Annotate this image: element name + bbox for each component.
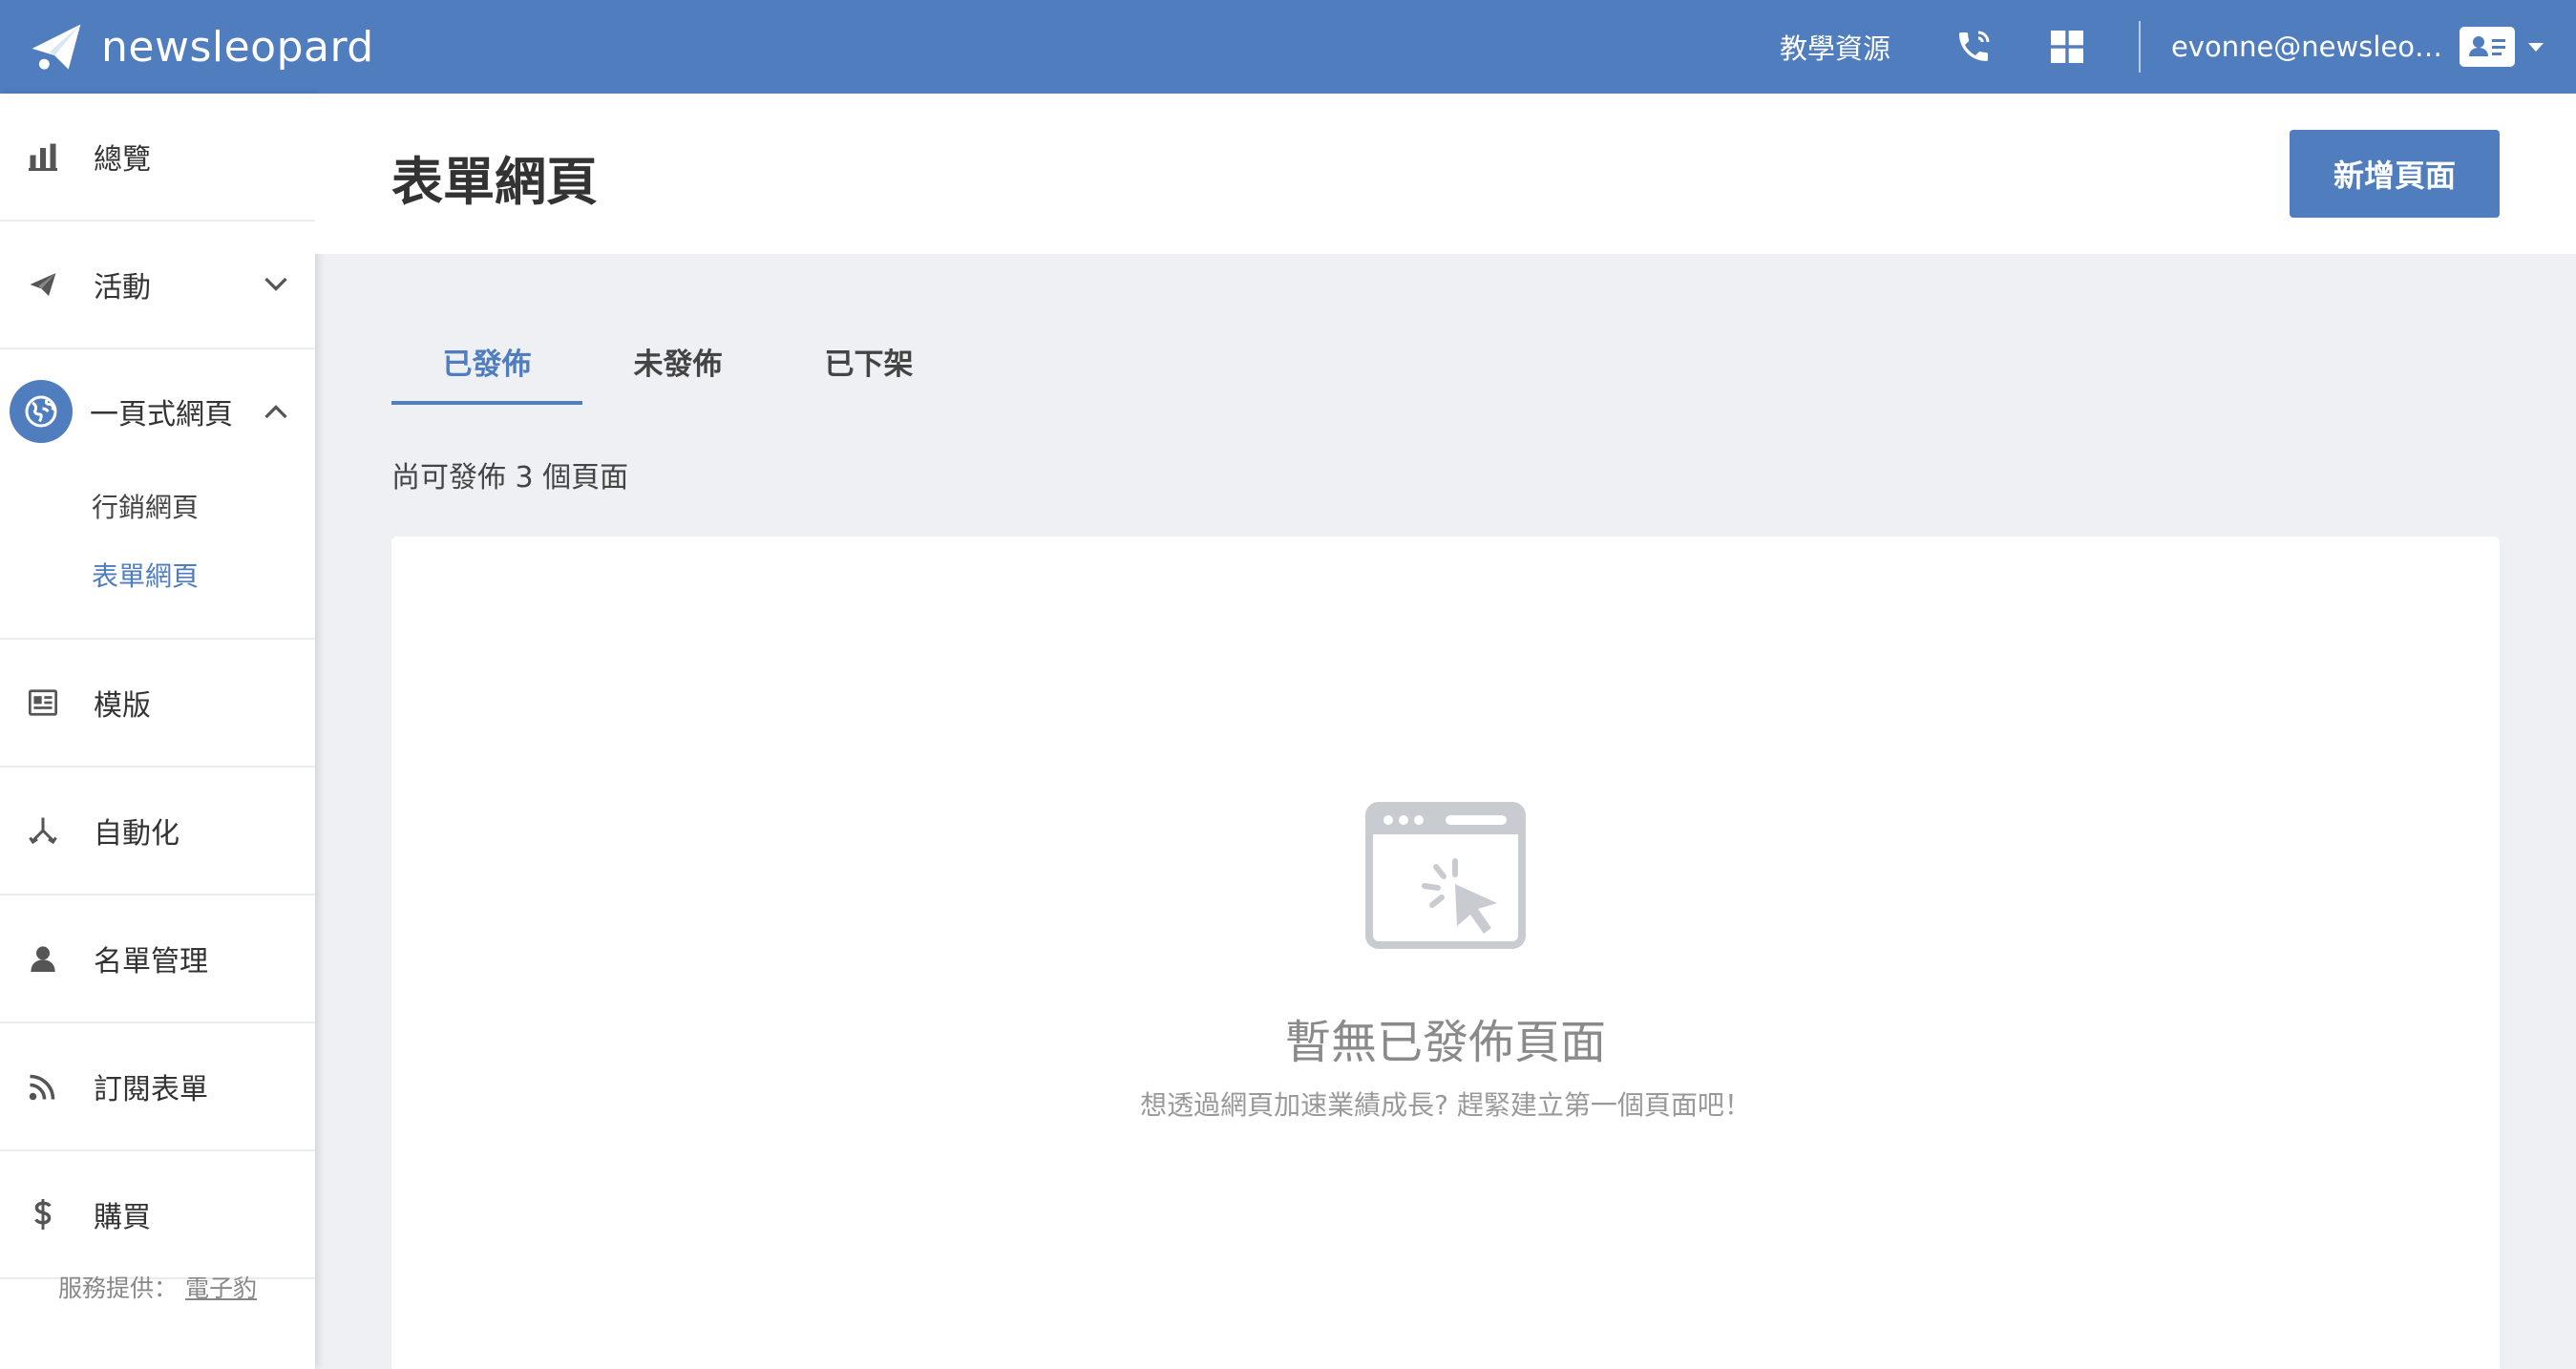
sidebar-item-landing-pages[interactable]: 一頁式網頁 [0, 349, 315, 474]
status-tabs: 已發佈 未發佈 已下架 [391, 325, 964, 405]
sidebar-item-campaigns[interactable]: 活動 [0, 221, 315, 349]
user-email[interactable]: evonne@newsleo… [2171, 31, 2442, 63]
browser-click-icon [1365, 802, 1526, 949]
rss-icon [27, 1070, 59, 1103]
page-header: 表單網頁 新增頁面 [315, 94, 2576, 254]
header-divider [2138, 21, 2141, 73]
apps-grid-icon[interactable] [2045, 25, 2089, 69]
brand-name: newsleopard [101, 22, 374, 72]
sidebar-item-label: 一頁式網頁 [90, 398, 233, 432]
template-icon [27, 686, 59, 719]
sidebar-item-label: 自動化 [94, 817, 179, 851]
sidebar-item-label: 名單管理 [94, 945, 208, 979]
sidebar-item-label: 模版 [94, 689, 151, 723]
pages-card: 暫無已發佈頁面 想透過網頁加速業績成長? 趕緊建立第一個頁面吧！ [391, 537, 2500, 1369]
sidebar-item-label: 總覽 [94, 143, 151, 177]
paper-plane-icon [27, 268, 59, 301]
sidebar-item-subscribe-forms[interactable]: 訂閱表單 [0, 1023, 315, 1151]
empty-state-subtitle: 想透過網頁加速業績成長? 趕緊建立第一個頁面吧！ [1140, 1089, 1751, 1121]
footer-link[interactable]: 電子豹 [185, 1274, 257, 1302]
top-bar: newsleopard 教學資源 evonne@newsleo… [0, 0, 2576, 94]
bar-chart-icon [27, 140, 59, 173]
paper-plane-icon [32, 24, 81, 70]
tab-unlisted[interactable]: 已下架 [773, 325, 964, 405]
new-page-button[interactable]: 新增頁面 [2290, 130, 2500, 218]
sidebar-subitem-form-pages[interactable]: 表單網頁 [0, 542, 315, 611]
sidebar-sublist: 行銷網頁 表單網頁 [0, 474, 315, 638]
footer-prefix: 服務提供： [58, 1274, 179, 1302]
sidebar-item-purchase[interactable]: 購買 [0, 1151, 315, 1279]
sidebar-footer: 服務提供： 電子豹 [0, 1270, 315, 1304]
sidebar: 總覽 活動 一頁式網頁 行銷網頁 表單網頁 模版 自動化 名單管理 訂閱表單 購… [0, 94, 315, 1369]
sidebar-item-label: 購買 [94, 1201, 151, 1234]
sidebar-item-automation[interactable]: 自動化 [0, 768, 315, 895]
dollar-icon [27, 1198, 59, 1231]
chevron-down-icon[interactable] [262, 270, 290, 299]
tab-published[interactable]: 已發佈 [391, 325, 582, 405]
page-title: 表單網頁 [391, 152, 598, 212]
publish-quota-text: 尚可發佈 3 個頁面 [391, 461, 629, 495]
sidebar-item-overview[interactable]: 總覽 [0, 94, 315, 221]
chevron-up-icon[interactable] [262, 397, 290, 426]
automation-icon [27, 814, 59, 847]
brand-logo[interactable]: newsleopard [29, 0, 374, 94]
tab-unpublished[interactable]: 未發佈 [582, 325, 773, 405]
globe-icon [10, 380, 73, 443]
empty-state-title: 暫無已發佈頁面 [1284, 1016, 1606, 1069]
contact-card-icon[interactable] [2460, 27, 2515, 67]
sidebar-item-label: 活動 [94, 271, 151, 305]
sidebar-group-landing-pages: 一頁式網頁 行銷網頁 表單網頁 [0, 349, 315, 640]
sidebar-item-label: 訂閱表單 [94, 1073, 208, 1106]
caret-down-icon[interactable] [2528, 42, 2544, 52]
resources-link[interactable]: 教學資源 [1780, 27, 1890, 67]
sidebar-subitem-marketing-pages[interactable]: 行銷網頁 [0, 474, 315, 542]
sidebar-item-templates[interactable]: 模版 [0, 640, 315, 768]
sidebar-item-contacts[interactable]: 名單管理 [0, 895, 315, 1023]
phone-icon[interactable] [1952, 25, 1995, 69]
person-icon [27, 942, 59, 975]
